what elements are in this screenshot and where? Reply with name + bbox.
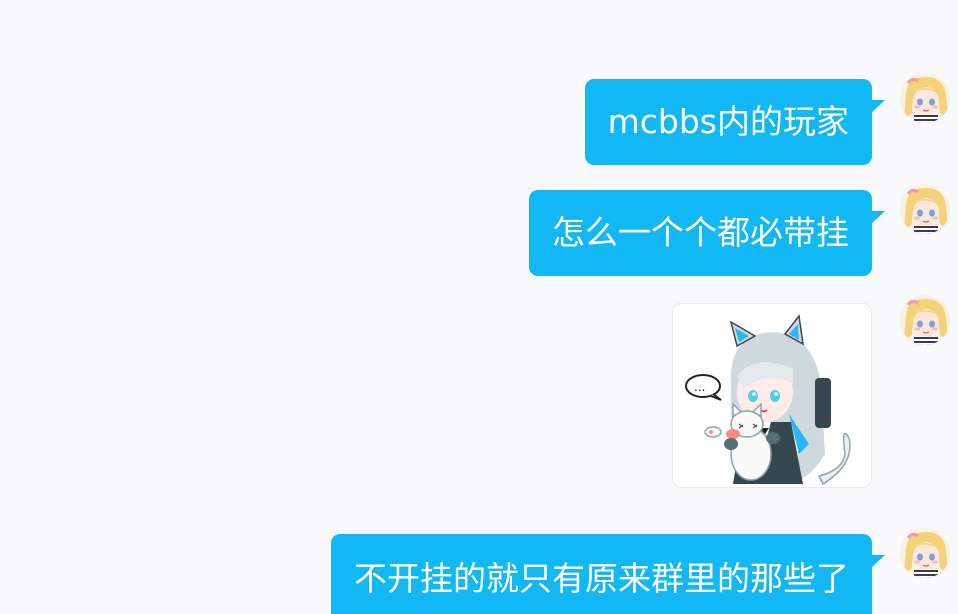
chat-message-list: mcbbs内的玩家 怎么一个个都必带挂 ... 不开挂的就只有原来群里的那些了 — [0, 0, 958, 614]
avatar[interactable] — [900, 528, 950, 578]
sticker-message[interactable]: ... — [672, 303, 872, 488]
anime-girl-avatar-icon — [900, 528, 950, 578]
message-bubble[interactable]: 不开挂的就只有原来群里的那些了 — [331, 534, 872, 614]
avatar[interactable] — [900, 184, 950, 234]
bubble-tail — [870, 211, 885, 225]
anime-girl-avatar-icon — [900, 295, 950, 345]
catgirl-with-cat-sticker-icon: ... — [685, 314, 851, 486]
anime-girl-avatar-icon — [900, 184, 950, 234]
bubble-tail — [870, 555, 885, 569]
sticker-speech-text: ... — [694, 380, 705, 394]
bubble-tail — [870, 100, 885, 114]
avatar[interactable] — [900, 73, 950, 123]
message-bubble[interactable]: 怎么一个个都必带挂 — [529, 190, 872, 276]
avatar[interactable] — [900, 295, 950, 345]
anime-girl-avatar-icon — [900, 73, 950, 123]
message-bubble[interactable]: mcbbs内的玩家 — [584, 79, 872, 165]
chat-thread: mcbbs内的玩家 怎么一个个都必带挂 ... 不开挂的就只有原来群里的那些了 — [0, 0, 958, 614]
